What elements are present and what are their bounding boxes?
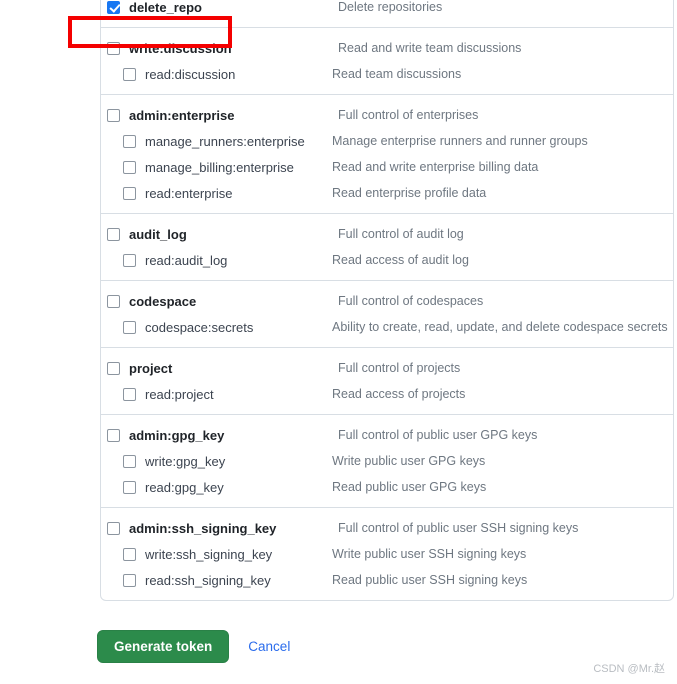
checkbox-icon[interactable] [107,361,120,375]
checkbox-icon[interactable] [123,547,136,561]
scope-description: Read and write team discussions [338,41,522,55]
scope-row[interactable]: admin:ssh_signing_key Full control of pub… [101,515,673,541]
scope-group: admin:gpg_key Full control of public user… [101,415,673,508]
scope-description: Read access of audit log [332,253,469,267]
scope-row[interactable]: write:gpg_key Write public user GPG keys [101,448,673,474]
checkbox-icon[interactable] [107,294,120,308]
scope-group: write:discussion Read and write team disc… [101,28,673,95]
checkbox-icon[interactable] [107,428,120,442]
checkbox-icon[interactable] [107,108,120,122]
scope-row[interactable]: manage_billing:enterprise Read and write … [101,154,673,180]
checkbox-icon[interactable] [107,521,120,535]
scope-description: Ability to create, read, update, and del… [332,320,668,334]
scope-row[interactable]: read:enterprise Read enterprise profile d… [101,180,673,206]
scope-row[interactable]: codespace Full control of codespaces [101,288,673,314]
scope-name: admin:ssh_signing_key [129,520,277,536]
scope-name: project [129,360,173,376]
scope-name: read:enterprise [145,185,233,201]
scope-row[interactable]: audit_log Full control of audit log [101,221,673,247]
scope-description: Read and write enterprise billing data [332,160,539,174]
scope-description: Full control of public user GPG keys [338,428,538,442]
scope-name: codespace [129,293,197,309]
checkbox-icon[interactable] [123,573,136,587]
scope-description: Write public user GPG keys [332,454,486,468]
checkbox-icon[interactable] [123,67,136,81]
scope-name: manage_billing:enterprise [145,159,294,175]
scope-name: write:ssh_signing_key [145,546,273,562]
scope-group: admin:enterprise Full control of enterpri… [101,95,673,214]
scope-name: audit_log [129,226,187,242]
scope-group: delete_repo Delete repositories [101,0,673,28]
scope-description: Read team discussions [332,67,462,81]
watermark-text: CSDN @Mr.赵 [593,663,665,675]
scope-name: admin:enterprise [129,107,235,123]
scope-name: read:audit_log [145,252,228,268]
checkbox-icon[interactable] [123,134,136,148]
form-actions: Generate token Cancel [97,630,290,663]
scope-group: project Full control of projects read:proj… [101,348,673,415]
checkbox-checked-icon[interactable] [107,0,120,14]
scope-name: codespace:secrets [145,319,254,335]
scope-name: admin:gpg_key [129,427,225,443]
scope-row[interactable]: read:ssh_signing_key Read public user SSH… [101,567,673,593]
scope-description: Write public user SSH signing keys [332,547,527,561]
cancel-link[interactable]: Cancel [248,639,290,654]
scope-description: Delete repositories [338,0,443,14]
scope-description: Read enterprise profile data [332,186,487,200]
checkbox-icon[interactable] [123,454,136,468]
scope-row[interactable]: codespace:secrets Ability to create, read… [101,314,673,340]
scope-description: Full control of public user SSH signing … [338,521,579,535]
scope-description: Read public user SSH signing keys [332,573,528,587]
scope-description: Full control of projects [338,361,461,375]
checkbox-icon[interactable] [123,320,136,334]
scope-name: write:discussion [129,40,232,56]
scope-row[interactable]: write:ssh_signing_key Write public user S… [101,541,673,567]
scope-row[interactable]: read:project Read access of projects [101,381,673,407]
scope-name: write:gpg_key [145,453,226,469]
checkbox-icon[interactable] [123,186,136,200]
scope-description: Read public user GPG keys [332,480,487,494]
scope-name: read:gpg_key [145,479,224,495]
scope-group: admin:ssh_signing_key Full control of pub… [101,508,673,600]
scope-row[interactable]: manage_runners:enterprise Manage enterpri… [101,128,673,154]
scope-description: Full control of audit log [338,227,464,241]
scope-description: Full control of codespaces [338,294,484,308]
scope-name: read:project [145,386,214,402]
generate-token-button[interactable]: Generate token [97,630,230,663]
scope-row[interactable]: admin:gpg_key Full control of public user… [101,422,673,448]
scope-group: codespace Full control of codespaces codes… [101,281,673,348]
scope-row[interactable]: read:gpg_key Read public user GPG keys [101,474,673,500]
scope-row[interactable]: delete_repo Delete repositories [101,0,673,20]
scope-name: manage_runners:enterprise [145,133,305,149]
scope-description: Manage enterprise runners and runner gro… [332,134,588,148]
scope-name: read:discussion [145,66,236,82]
checkbox-icon[interactable] [123,253,136,267]
checkbox-icon[interactable] [123,160,136,174]
scope-group: audit_log Full control of audit log read:a… [101,214,673,281]
scope-name: delete_repo [129,0,202,15]
scope-description: Read access of projects [332,387,466,401]
scope-row[interactable]: read:discussion Read team discussions [101,61,673,87]
checkbox-icon[interactable] [123,387,136,401]
scope-list: delete_repo Delete repositories write:disc… [100,0,674,601]
checkbox-icon[interactable] [107,227,120,241]
scope-row[interactable]: admin:enterprise Full control of enterpri… [101,102,673,128]
scope-description: Full control of enterprises [338,108,479,122]
scope-row[interactable]: project Full control of projects [101,355,673,381]
scope-name: read:ssh_signing_key [145,572,271,588]
checkbox-icon[interactable] [123,480,136,494]
checkbox-icon[interactable] [107,41,120,55]
scope-row[interactable]: read:audit_log Read access of audit log [101,247,673,273]
scope-row[interactable]: write:discussion Read and write team disc… [101,35,673,61]
